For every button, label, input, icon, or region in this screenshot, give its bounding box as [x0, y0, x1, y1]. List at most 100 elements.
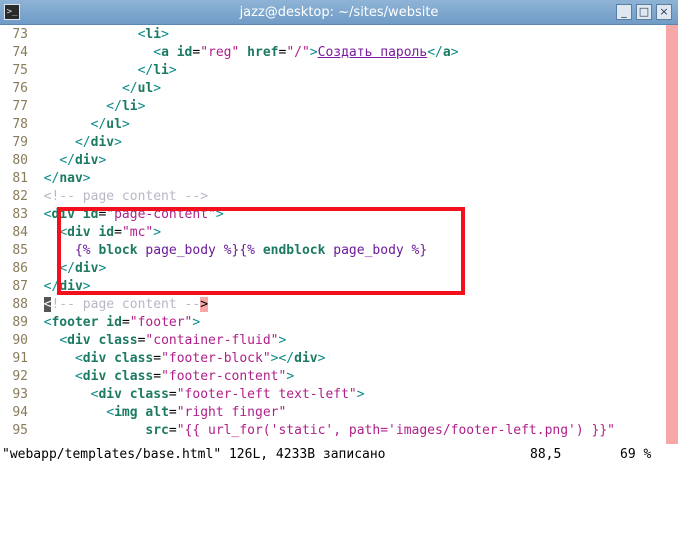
- code-line[interactable]: 80 </div>: [0, 152, 106, 170]
- code-line[interactable]: 93 <div class="footer-left text-left">: [0, 386, 364, 404]
- code-token: "{{ url_for('static', path='images/foote…: [176, 423, 616, 438]
- code-token: =: [153, 351, 162, 366]
- line-number: 75: [12, 63, 28, 78]
- code-line[interactable]: 77 </li>: [0, 98, 145, 116]
- line-number: 93: [12, 387, 28, 402]
- line-number: 83: [12, 207, 28, 222]
- code-token: ul: [137, 81, 154, 96]
- code-token: >: [192, 315, 201, 330]
- line-number: 80: [12, 153, 28, 168]
- code-token: li: [145, 27, 162, 42]
- code-token: "footer-left text-left": [176, 387, 357, 402]
- code-token: </: [90, 117, 107, 132]
- code-line[interactable]: 78 </ul>: [0, 116, 130, 134]
- code-token: class: [98, 333, 138, 348]
- code-text: </li>: [44, 63, 177, 78]
- line-number: 94: [12, 405, 28, 420]
- window-title: jazz@desktop: ~/sites/website: [239, 5, 439, 20]
- code-line[interactable]: 89 <footer id="footer">: [0, 314, 200, 332]
- status-cursor-position: 88,5: [530, 447, 562, 462]
- code-token: "footer-content": [161, 369, 287, 384]
- code-text: </li>: [44, 99, 146, 114]
- code-text: <!-- page content -->: [43, 297, 209, 312]
- code-token: =: [153, 369, 162, 384]
- code-token: =: [121, 315, 130, 330]
- code-line[interactable]: 92 <div class="footer-content">: [0, 368, 294, 386]
- code-token: >: [98, 153, 107, 168]
- code-line[interactable]: 74 <a id="reg" href="/">Создать пароль</…: [0, 44, 459, 62]
- code-line[interactable]: 88 <!-- page content -->: [0, 296, 209, 314]
- code-token: "container-fluid": [145, 333, 279, 348]
- minimize-button[interactable]: _: [616, 4, 632, 20]
- line-number: 84: [12, 225, 28, 240]
- line-number: 78: [12, 117, 28, 132]
- code-line[interactable]: 94 <img alt="right finger": [0, 404, 286, 422]
- code-token: Создать пароль: [317, 45, 428, 60]
- code-token: </: [427, 45, 443, 60]
- code-token: class: [129, 387, 169, 402]
- code-token: ul: [106, 117, 122, 132]
- code-token: div: [67, 333, 91, 348]
- code-token: <: [106, 405, 115, 420]
- line-number: 79: [12, 135, 28, 150]
- line-number: 77: [12, 99, 28, 114]
- code-token: <: [59, 333, 68, 348]
- line-number: 87: [12, 279, 28, 294]
- code-text: <img alt="right finger": [44, 405, 286, 420]
- code-line[interactable]: 95 src="{{ url_for('static', path='image…: [0, 422, 615, 440]
- code-token: "footer": [129, 315, 193, 330]
- close-button[interactable]: ×: [656, 4, 672, 20]
- code-token: div: [98, 387, 122, 402]
- code-token: >: [82, 171, 91, 186]
- code-line[interactable]: 82 <!-- page content -->: [0, 188, 208, 206]
- code-token: >: [286, 369, 295, 384]
- code-token: <: [74, 369, 83, 384]
- code-token: div: [82, 351, 107, 366]
- code-line[interactable]: 90 <div class="container-fluid">: [0, 332, 286, 350]
- line-number: 81: [12, 171, 28, 186]
- code-line[interactable]: 76 </ul>: [0, 80, 161, 98]
- code-token: </: [137, 63, 154, 78]
- code-token: >: [450, 45, 459, 60]
- code-text: </ul>: [44, 81, 161, 96]
- code-line[interactable]: 79 </div>: [0, 134, 122, 152]
- code-line[interactable]: 81 </nav>: [0, 170, 91, 188]
- code-token: img: [114, 405, 138, 420]
- code-token: =: [168, 423, 177, 438]
- code-token: <: [74, 351, 83, 366]
- line-number: 89: [12, 315, 28, 330]
- line-number: 91: [12, 351, 28, 366]
- line-number: 85: [12, 243, 28, 258]
- code-text: <div class="container-fluid">: [44, 333, 286, 348]
- code-text: </ul>: [44, 117, 130, 132]
- code-token: >: [309, 45, 318, 60]
- code-token: div: [294, 351, 318, 366]
- code-token: div: [74, 153, 99, 168]
- code-token: >: [168, 63, 177, 78]
- code-token: div: [90, 135, 115, 150]
- code-token: >: [161, 27, 169, 42]
- status-file-info: "webapp/templates/base.html" 126L, 4233B…: [2, 447, 386, 462]
- code-line[interactable]: 73 <li>: [0, 26, 169, 44]
- code-token: </: [74, 135, 91, 150]
- code-token: >: [137, 99, 146, 114]
- code-token: footer: [51, 315, 99, 330]
- code-line[interactable]: 91 <div class="footer-block"></div>: [0, 350, 325, 368]
- highlight-annotation-box: [57, 207, 465, 295]
- title-bar[interactable]: >_ jazz@desktop: ~/sites/website _ □ ×: [0, 0, 678, 25]
- line-number: 73: [12, 27, 28, 42]
- maximize-button[interactable]: □: [636, 4, 652, 20]
- scrollbar[interactable]: [666, 25, 678, 444]
- code-text: <div class="footer-content">: [44, 369, 294, 384]
- code-line[interactable]: 75 </li>: [0, 62, 177, 80]
- code-token: </: [43, 171, 60, 186]
- code-token: href: [247, 45, 279, 60]
- code-text: <div class="footer-block"></div>: [44, 351, 325, 366]
